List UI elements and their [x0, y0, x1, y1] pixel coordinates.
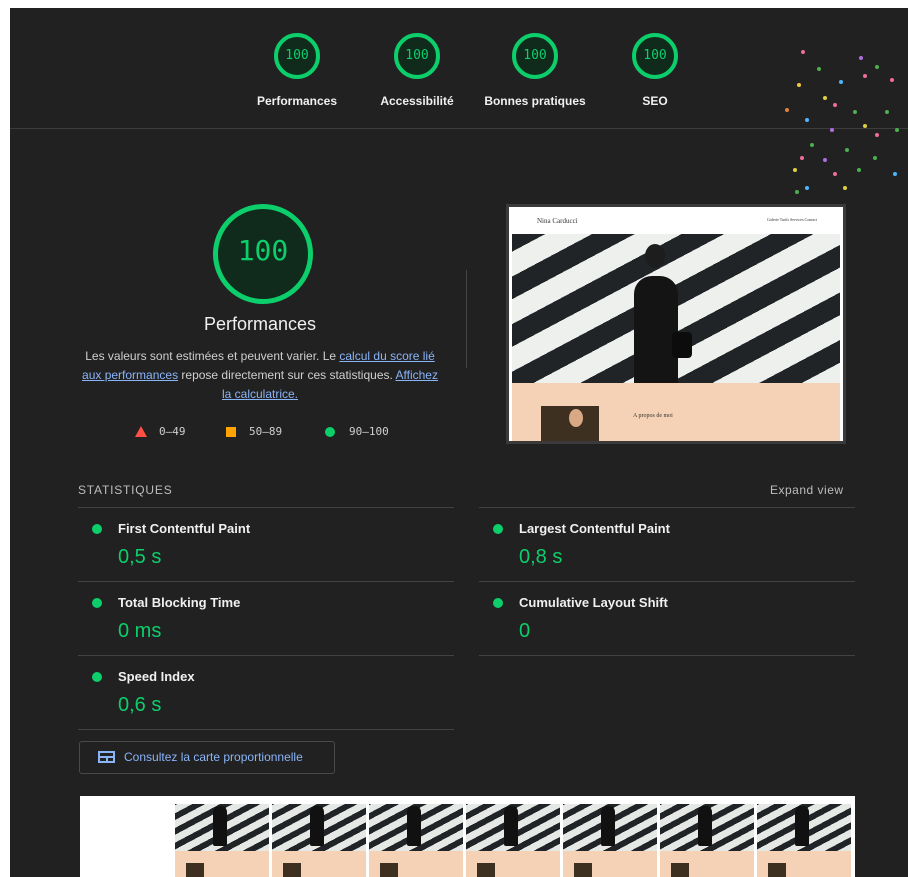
filmstrip-frame: [660, 796, 754, 877]
pass-icon: [493, 598, 503, 608]
description-text: Les valeurs sont estimées et peuvent var…: [85, 349, 340, 363]
metric-lcp: Largest Contentful Paint 0,8 s: [479, 507, 855, 582]
divider: [78, 729, 454, 730]
pass-icon: [493, 524, 503, 534]
expand-view-toggle[interactable]: Expand view: [770, 483, 844, 497]
metric-fcp: First Contentful Paint 0,5 s: [78, 507, 454, 582]
treemap-icon: [98, 751, 115, 763]
frame-header: [369, 796, 463, 804]
frame-header: [175, 796, 269, 804]
filmstrip: [80, 796, 855, 877]
metric-value: 0,5 s: [118, 546, 162, 568]
screenshot-header: Nina Carducci Galerie Tarifs Services Co…: [509, 207, 843, 234]
legend-average: 50–89: [226, 425, 282, 438]
lighthouse-report: 100 Performances 100 Accessibilité 100 B…: [10, 8, 908, 877]
gauge-label: Performances: [256, 94, 338, 108]
screenshot-nav: Galerie Tarifs Services Contact: [767, 217, 817, 222]
gauge-ring: 100: [632, 33, 678, 79]
treemap-button-label: Consultez la carte proportionnelle: [124, 750, 303, 764]
gauge-label: Bonnes pratiques: [484, 94, 586, 108]
frame-person: [795, 806, 809, 846]
legend-range: 0–49: [159, 425, 186, 438]
gauge-score: 100: [523, 48, 547, 63]
metric-name: Total Blocking Time: [118, 595, 241, 610]
gauge-score: 100: [643, 48, 667, 63]
performance-gauge: 100: [213, 204, 313, 304]
metric-value: 0,8 s: [519, 546, 563, 568]
screenshot-site-name: Nina Carducci: [537, 217, 578, 225]
frame-person: [504, 806, 518, 846]
pass-icon: [92, 524, 102, 534]
screenshot-hero-image: [512, 234, 840, 383]
legend-range: 50–89: [249, 425, 283, 438]
frame-header: [466, 796, 560, 804]
description-text: repose directement sur ces statistiques.: [178, 368, 396, 382]
metric-cls: Cumulative Layout Shift 0: [479, 581, 855, 656]
gauge-label: Accessibilité: [380, 94, 454, 108]
pass-icon: [92, 672, 102, 682]
frame-header: [272, 796, 366, 804]
filmstrip-frame: [563, 796, 657, 877]
frame-portrait: [380, 863, 398, 877]
legend-pass: 90–100: [325, 425, 389, 438]
frame-portrait: [574, 863, 592, 877]
gauge-score: 100: [285, 48, 309, 63]
metric-speed-index: Speed Index 0,6 s: [78, 655, 454, 730]
metric-name: Largest Contentful Paint: [519, 521, 670, 536]
bag-figure: [672, 332, 692, 358]
person-figure: [634, 276, 678, 383]
metric-value: 0,6 s: [118, 694, 162, 716]
legend-fail: 0–49: [135, 425, 186, 438]
frame-portrait: [186, 863, 204, 877]
divider: [466, 270, 467, 368]
metric-name: First Contentful Paint: [118, 521, 251, 536]
filmstrip-frame: [466, 796, 560, 877]
portrait-face: [569, 409, 583, 427]
triangle-icon: [135, 426, 147, 437]
frame-person: [213, 806, 227, 846]
metric-name: Cumulative Layout Shift: [519, 595, 668, 610]
confetti-decoration: [775, 48, 905, 198]
frame-portrait: [283, 863, 301, 877]
square-icon: [226, 426, 236, 437]
frame-person: [698, 806, 712, 846]
performance-score: 100: [237, 234, 289, 267]
view-treemap-button[interactable]: Consultez la carte proportionnelle: [79, 741, 335, 774]
circle-icon: [325, 426, 335, 437]
performance-description: Les valeurs sont estimées et peuvent var…: [80, 347, 440, 404]
pass-icon: [92, 598, 102, 608]
frame-portrait: [477, 863, 495, 877]
frame-header: [660, 796, 754, 804]
frame-person: [310, 806, 324, 846]
statistics-heading: STATISTIQUES: [78, 483, 173, 497]
performance-title: Performances: [203, 314, 317, 334]
metric-name: Speed Index: [118, 669, 195, 684]
score-gauges-header: 100 Performances 100 Accessibilité 100 B…: [10, 8, 908, 129]
gauge-ring: 100: [274, 33, 320, 79]
frame-person: [407, 806, 421, 846]
filmstrip-frame: [175, 796, 269, 877]
frame-portrait: [671, 863, 689, 877]
frame-person: [601, 806, 615, 846]
gauge-label: SEO: [642, 94, 668, 108]
gauge-score: 100: [405, 48, 429, 63]
gauge-ring: 100: [512, 33, 558, 79]
filmstrip-frame: [369, 796, 463, 877]
divider: [479, 655, 855, 656]
filmstrip-frame: [757, 796, 851, 877]
frame-portrait: [768, 863, 786, 877]
legend-range: 90–100: [349, 425, 389, 438]
person-head: [645, 244, 665, 268]
frame-header: [563, 796, 657, 804]
screenshot-section-title: A propos de moi: [633, 413, 673, 419]
frame-header: [757, 796, 851, 804]
metric-tbt: Total Blocking Time 0 ms: [78, 581, 454, 656]
metric-value: 0: [519, 620, 531, 642]
gauge-ring: 100: [394, 33, 440, 79]
page-screenshot[interactable]: Nina Carducci Galerie Tarifs Services Co…: [506, 204, 846, 444]
filmstrip-frame: [272, 796, 366, 877]
metric-value: 0 ms: [118, 620, 162, 642]
